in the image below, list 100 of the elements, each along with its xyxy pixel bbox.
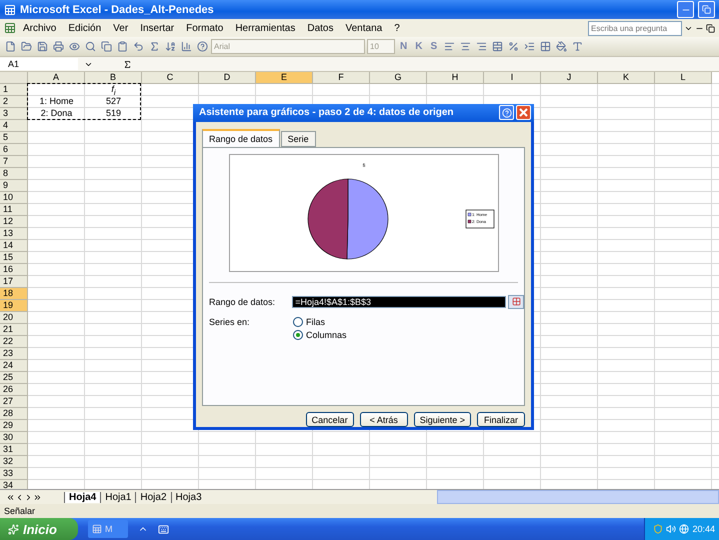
merge-cells-icon[interactable] <box>490 40 504 54</box>
column-header[interactable]: A <box>28 72 85 84</box>
menu-item[interactable]: Herramientas <box>230 22 300 34</box>
save-icon[interactable] <box>35 40 49 54</box>
speaker-icon[interactable] <box>666 524 676 534</box>
name-box[interactable]: A1 <box>0 58 78 70</box>
dialog-tab[interactable]: Serie <box>280 130 316 147</box>
row-header[interactable]: 13 <box>0 228 28 240</box>
menu-item[interactable]: Insertar <box>135 22 180 34</box>
menu-item[interactable]: Archivo <box>18 22 62 34</box>
row-header[interactable]: 26 <box>0 384 28 396</box>
borders-icon[interactable] <box>538 40 552 54</box>
row-header[interactable]: 6 <box>0 144 28 156</box>
function-icon[interactable] <box>123 60 132 68</box>
column-header[interactable]: D <box>199 72 256 84</box>
status-text: Señalar <box>4 506 36 516</box>
row-header[interactable]: 15 <box>0 252 28 264</box>
row-header[interactable]: 12 <box>0 216 28 228</box>
column-header[interactable]: I <box>484 72 541 84</box>
column-header[interactable]: C <box>142 72 199 84</box>
column-header[interactable]: B <box>85 72 142 84</box>
menu-item[interactable]: Edición <box>63 22 106 34</box>
keyboard-icon[interactable] <box>158 524 169 534</box>
legend-swatch <box>467 220 471 224</box>
legend-swatch <box>467 212 471 216</box>
fill-color-icon[interactable] <box>554 40 568 54</box>
dialog-button[interactable]: Cancelar <box>306 412 354 427</box>
row-header[interactable]: 8 <box>0 168 28 180</box>
cell-text: 2: Dona <box>40 108 72 118</box>
row-header[interactable]: 18 <box>0 288 28 300</box>
prev-sheet-icon[interactable] <box>15 492 24 502</box>
row-header[interactable]: 17 <box>0 276 28 288</box>
column-header[interactable]: H <box>427 72 484 84</box>
last-sheet-icon[interactable] <box>33 492 42 502</box>
row-header[interactable]: 32 <box>0 456 28 468</box>
sort-icon[interactable] <box>163 40 177 54</box>
row-header[interactable]: 27 <box>0 396 28 408</box>
help-search-field[interactable]: Escriba una pregunta <box>588 20 682 36</box>
minimize-button[interactable] <box>677 1 694 18</box>
open-folder-icon[interactable] <box>19 40 33 54</box>
row-header[interactable]: 4 <box>0 120 28 132</box>
row-header[interactable]: 9 <box>0 180 28 192</box>
column-header[interactable]: J <box>541 72 598 84</box>
row-header[interactable]: 2 <box>0 96 28 108</box>
column-header[interactable]: K <box>598 72 655 84</box>
radio-option[interactable]: Columnas <box>293 330 347 340</box>
menu-item[interactable]: ? <box>389 22 405 34</box>
row-header[interactable]: 25 <box>0 372 28 384</box>
dialog-button[interactable]: Siguiente > <box>414 412 471 427</box>
row-header[interactable]: 23 <box>0 348 28 360</box>
chart-icon[interactable] <box>179 40 193 54</box>
menu-item[interactable]: Datos <box>302 22 338 34</box>
sheet-tab[interactable]: Hoja4 <box>64 492 100 502</box>
close-button[interactable] <box>516 105 531 120</box>
row-header[interactable]: 34 <box>0 480 28 489</box>
row-header[interactable]: 24 <box>0 360 28 372</box>
sheet-tab[interactable]: Hoja3 <box>170 492 206 502</box>
copy-icon[interactable] <box>99 40 113 54</box>
row-header[interactable]: 21 <box>0 324 28 336</box>
sheet-tab[interactable]: Hoja1 <box>100 492 136 502</box>
row-header[interactable]: 11 <box>0 204 28 216</box>
help-icon[interactable] <box>195 40 209 54</box>
row-header[interactable]: 30 <box>0 432 28 444</box>
row-header[interactable]: 22 <box>0 336 28 348</box>
restore-icon[interactable] <box>706 24 715 32</box>
column-header[interactable]: E <box>256 72 313 84</box>
dialog-tab[interactable]: Rango de datos <box>202 128 280 147</box>
row-header[interactable]: 33 <box>0 468 28 480</box>
search-icon[interactable] <box>83 40 97 54</box>
help-button[interactable] <box>499 105 514 120</box>
sheet-tab[interactable]: Hoja2 <box>135 492 171 502</box>
row-header[interactable]: 10 <box>0 192 28 204</box>
column-header[interactable]: L <box>655 72 712 84</box>
row-header[interactable]: 31 <box>0 444 28 456</box>
column-header[interactable]: G <box>370 72 427 84</box>
menu-item[interactable]: Ventana <box>340 22 388 34</box>
printer-icon[interactable] <box>51 40 65 54</box>
collapse-dialog-button[interactable] <box>508 294 524 309</box>
dialog-button[interactable]: < Atrás <box>360 412 408 427</box>
row-header[interactable]: 3 <box>0 108 28 120</box>
range-field[interactable]: =Hoja4!$A$1:$B$3 <box>292 296 506 308</box>
dialog-button[interactable]: Finalizar <box>477 412 525 427</box>
row-header[interactable]: 5 <box>0 132 28 144</box>
row-header[interactable]: 19 <box>0 300 28 312</box>
column-header[interactable]: F <box>313 72 370 84</box>
row-header[interactable]: 14 <box>0 240 28 252</box>
row-header[interactable]: 1 <box>0 84 28 96</box>
row-header[interactable]: 29 <box>0 420 28 432</box>
row-header[interactable]: 20 <box>0 312 28 324</box>
horizontal-scrollbar[interactable] <box>437 490 719 504</box>
first-sheet-icon[interactable] <box>6 492 15 502</box>
row-header[interactable]: 28 <box>0 408 28 420</box>
row-header[interactable]: 7 <box>0 156 28 168</box>
menu-item[interactable]: Formato <box>181 22 228 34</box>
row-header[interactable]: 16 <box>0 264 28 276</box>
radio-option[interactable]: Filas <box>293 316 347 327</box>
next-sheet-icon[interactable] <box>24 492 33 502</box>
restore-button[interactable] <box>698 1 715 18</box>
globe-icon[interactable] <box>679 524 690 534</box>
menu-item[interactable]: Ver <box>108 22 134 34</box>
